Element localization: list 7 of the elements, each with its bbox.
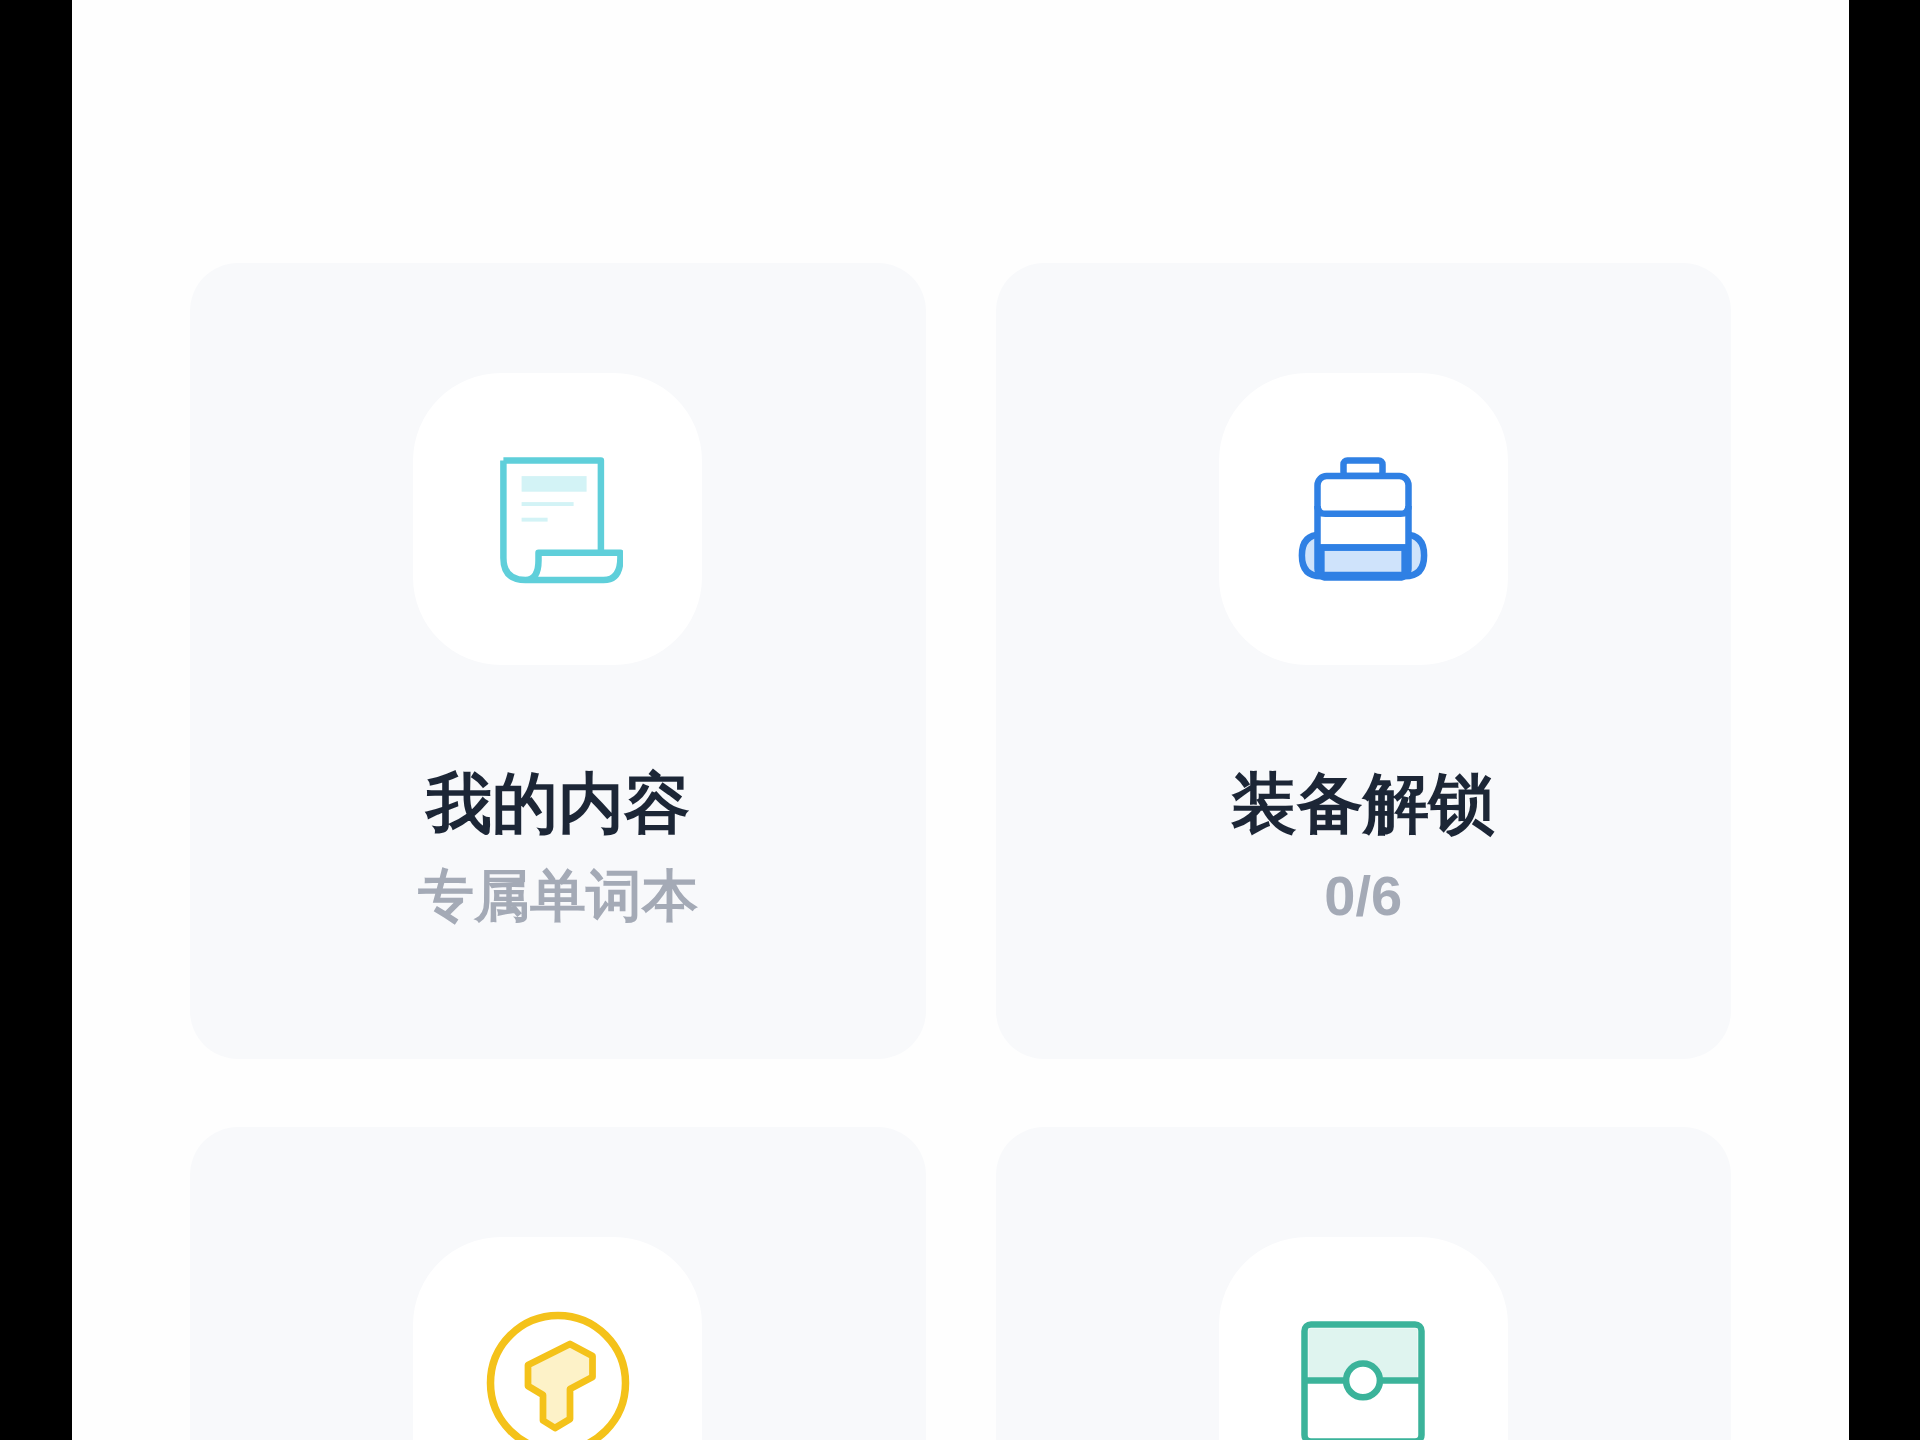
card-subtitle: 专属单词本: [417, 863, 698, 929]
backpack-icon: [1298, 454, 1429, 584]
menu-card[interactable]: 我的内容 专属单词本: [190, 263, 926, 1059]
card-title: 我的内容: [425, 765, 690, 842]
card-title: 装备解锁: [1231, 765, 1496, 842]
card-subtitle: 0/6: [1324, 863, 1403, 929]
menu-card[interactable]: 装备解锁 0/6: [995, 263, 1731, 1059]
